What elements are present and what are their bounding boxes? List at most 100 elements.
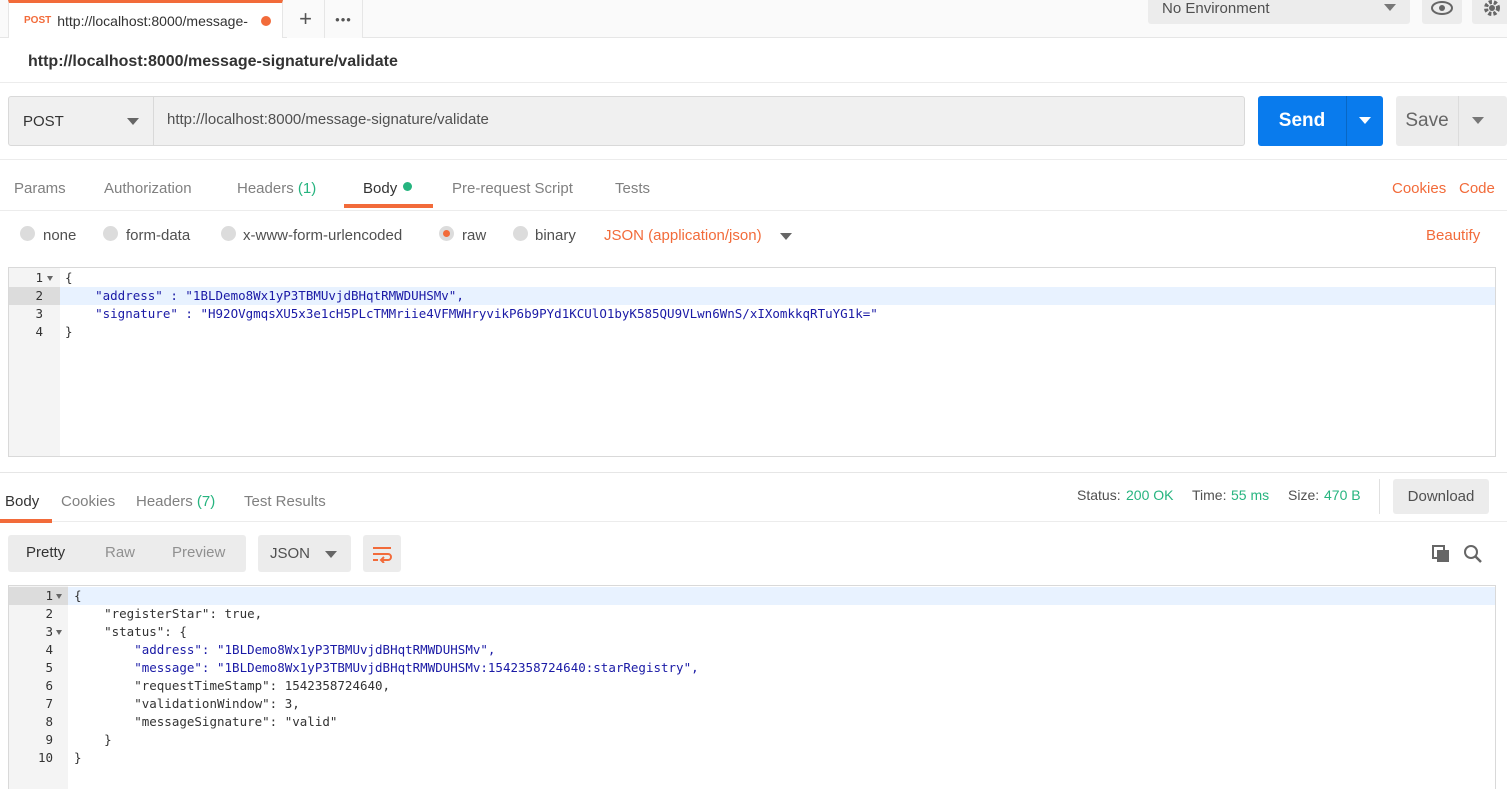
code-line: "signature" : "H92OVgmqsXU5x3e1cH5PLcTMM… (65, 306, 878, 321)
code-line: { (65, 270, 73, 285)
cookies-link[interactable]: Cookies (1392, 180, 1446, 197)
code-line: { (74, 588, 82, 603)
environment-settings-button[interactable] (1472, 0, 1507, 24)
radio-raw[interactable] (439, 226, 454, 241)
radio-none-label: none (43, 227, 77, 244)
save-button[interactable]: Save (1396, 96, 1507, 146)
body-indicator-icon (403, 182, 413, 191)
divider (0, 159, 1507, 160)
send-options-button[interactable] (1346, 96, 1383, 146)
line-number: 5 (45, 660, 53, 675)
response-body-viewer[interactable]: 1 2 3 4 5 6 7 8 9 10 { "registerStar": t… (8, 585, 1496, 789)
method-select[interactable]: POST (9, 97, 154, 145)
radio-urlencoded[interactable] (221, 226, 236, 241)
tab-authorization[interactable]: Authorization (104, 180, 192, 197)
line-number: 2 (45, 606, 53, 621)
code-line: "status": { (74, 624, 187, 639)
line-number: 1 (35, 270, 43, 285)
tab-params[interactable]: Params (14, 180, 66, 197)
divider (0, 210, 1507, 211)
status-label: Status: (1077, 487, 1121, 503)
radio-none[interactable] (20, 226, 35, 241)
size-value[interactable]: 470 B (1324, 487, 1361, 503)
copy-icon[interactable] (1431, 544, 1451, 564)
request-tabs: Params Authorization Headers (1) Body Pr… (0, 168, 1507, 210)
new-tab-button[interactable]: + (287, 0, 325, 38)
radio-form-data[interactable] (103, 226, 118, 241)
tab-headers-count: (1) (297, 180, 317, 197)
fold-arrow-icon[interactable] (47, 276, 53, 281)
download-button[interactable]: Download (1393, 479, 1489, 514)
request-tab[interactable]: POST http://localhost:8000/message- (8, 0, 283, 38)
radio-urlencoded-label: x-www-form-urlencoded (243, 227, 403, 244)
code-line: } (65, 324, 73, 339)
code-line: "registerStar": true, (74, 606, 263, 621)
more-tabs-button[interactable]: ••• (325, 0, 363, 38)
line-number: 7 (45, 696, 53, 711)
line-number: 3 (45, 624, 53, 639)
response-tab-test-results[interactable]: Test Results (244, 493, 326, 510)
response-tabs: Body Cookies Headers (7) Test Results (0, 472, 1507, 523)
response-tab-cookies[interactable]: Cookies (61, 493, 115, 510)
format-pretty[interactable]: Pretty (26, 544, 65, 561)
environment-value: No Environment (1162, 0, 1270, 17)
code-line: } (74, 750, 82, 765)
beautify-link[interactable]: Beautify (1426, 227, 1480, 244)
tab-pre-request-script[interactable]: Pre-request Script (452, 180, 573, 197)
save-options-button[interactable] (1458, 96, 1498, 146)
divider (1379, 479, 1380, 514)
response-format-group: Pretty Raw Preview (8, 535, 246, 572)
tab-body[interactable]: Body (363, 180, 413, 197)
response-headers-label: Headers (136, 493, 197, 510)
code-line: "address": "1BLDemo8Wx1yP3TBMUvjdBHqtRMW… (74, 642, 496, 657)
wrap-lines-button[interactable] (363, 535, 401, 572)
line-number: 1 (45, 588, 53, 603)
code-line: "validationWindow": 3, (74, 696, 300, 711)
tab-method: POST (24, 15, 52, 26)
line-number: 4 (45, 642, 53, 657)
request-body-editor[interactable]: 1 2 3 4 { "address" : "1BLDemo8Wx1yP3TBM… (8, 267, 1496, 457)
code-line: "address" : "1BLDemo8Wx1yP3TBMUvjdBHqtRM… (65, 288, 464, 303)
eye-icon (1431, 1, 1453, 15)
fold-arrow-icon[interactable] (56, 594, 62, 599)
search-icon[interactable] (1463, 544, 1483, 564)
chevron-down-icon (325, 551, 337, 558)
tab-body-label: Body (363, 180, 398, 197)
code-line: "requestTimeStamp": 1542358724640, (74, 678, 391, 693)
method-value: POST (23, 112, 64, 130)
chevron-down-icon (127, 118, 139, 125)
url-input[interactable]: http://localhost:8000/message-signature/… (167, 111, 489, 128)
response-type-select[interactable]: JSON (258, 535, 351, 572)
tab-headers[interactable]: Headers (1) (237, 180, 316, 197)
divider (0, 82, 1507, 83)
environment-select[interactable]: No Environment (1148, 0, 1410, 24)
radio-binary[interactable] (513, 226, 528, 241)
environment-quick-look-button[interactable] (1422, 0, 1462, 24)
tab-tests[interactable]: Tests (615, 180, 650, 197)
chevron-down-icon (1359, 117, 1371, 124)
time-value[interactable]: 55 ms (1231, 487, 1269, 503)
response-tab-body[interactable]: Body (5, 493, 39, 510)
format-preview[interactable]: Preview (172, 544, 225, 561)
send-button[interactable]: Send (1258, 96, 1383, 146)
status-value[interactable]: 200 OK (1126, 487, 1173, 503)
tab-headers-label: Headers (237, 180, 298, 197)
active-response-tab-indicator (0, 519, 52, 523)
ellipsis-icon: ••• (335, 11, 352, 27)
fold-arrow-icon[interactable] (56, 630, 62, 635)
wrap-lines-icon (373, 546, 392, 563)
radio-form-data-label: form-data (126, 227, 191, 244)
format-raw[interactable]: Raw (105, 544, 135, 561)
plus-icon: + (299, 6, 312, 31)
code-line: "messageSignature": "valid" (74, 714, 338, 729)
line-number: 2 (35, 288, 43, 303)
url-bar: POST http://localhost:8000/message-signa… (8, 96, 1245, 146)
line-number: 10 (37, 750, 53, 765)
code-link[interactable]: Code (1459, 180, 1495, 197)
content-type-select[interactable]: JSON (application/json) (604, 227, 762, 244)
chevron-down-icon (1384, 4, 1396, 11)
line-number: 6 (45, 678, 53, 693)
size-label: Size: (1288, 487, 1320, 503)
code-line: "message": "1BLDemo8Wx1yP3TBMUvjdBHqtRMW… (74, 660, 699, 675)
response-tab-headers[interactable]: Headers (7) (136, 493, 215, 510)
